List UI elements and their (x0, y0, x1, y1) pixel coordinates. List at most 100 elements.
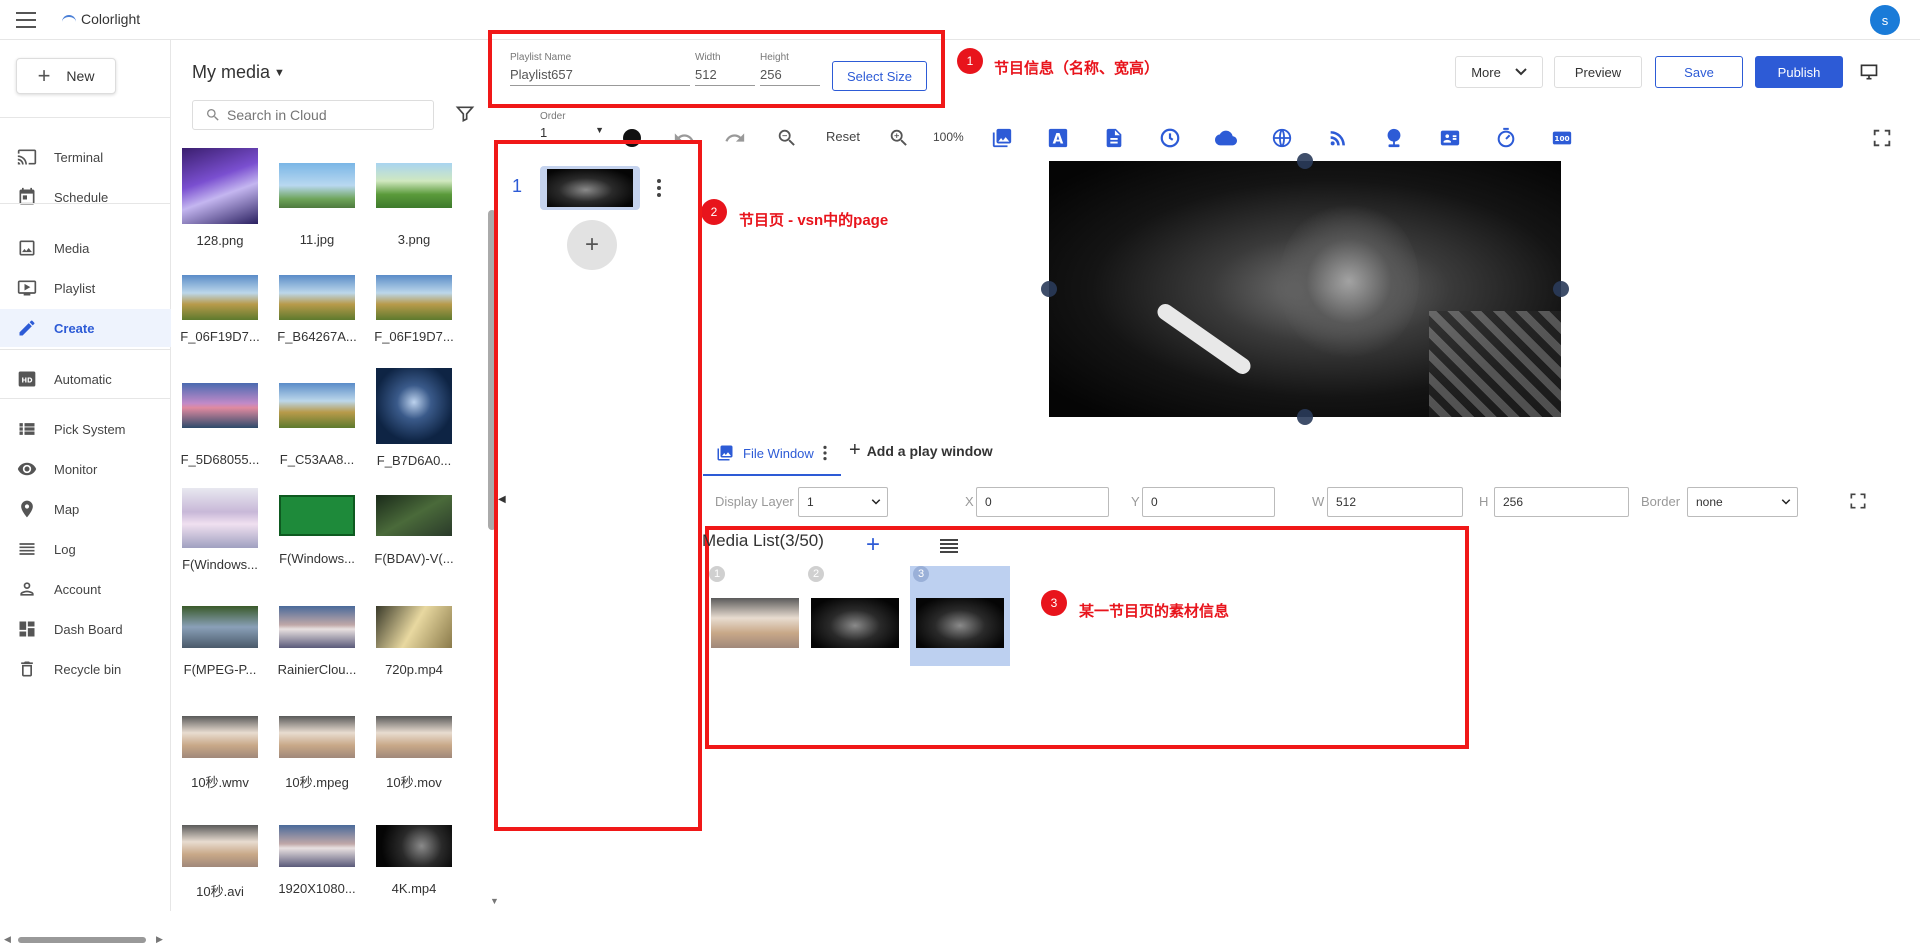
media-item[interactable]: F_C53AA8... (269, 368, 365, 467)
card-icon[interactable] (1438, 126, 1462, 150)
media-item[interactable]: F_5D68055... (172, 368, 268, 467)
globe-icon[interactable] (1270, 126, 1294, 150)
new-button[interactable]: + New (16, 58, 116, 94)
playlist-name-input[interactable]: Playlist657 (510, 67, 690, 86)
order-select[interactable]: Order 1 ▼ (540, 111, 604, 143)
sidebar-item-schedule[interactable]: Schedule (0, 178, 171, 216)
sidebar-item-media[interactable]: Media (0, 229, 171, 267)
scroll-left-icon[interactable]: ◀ (4, 934, 11, 945)
add-page-button[interactable]: + (567, 220, 617, 270)
tab-file-window[interactable]: File Window (703, 432, 841, 476)
sidebar-item-monitor[interactable]: Monitor (0, 450, 171, 488)
sidebar-item-terminal[interactable]: Terminal (0, 138, 171, 176)
media-item[interactable]: 720p.mp4 (366, 606, 462, 677)
zoom-in-icon[interactable] (887, 126, 911, 150)
avatar[interactable]: s (1870, 5, 1900, 35)
y-input[interactable]: 0 (1142, 487, 1275, 517)
menu-icon[interactable] (16, 12, 36, 28)
border-value: none (1696, 495, 1723, 509)
counter-icon[interactable]: 100 (1550, 126, 1574, 150)
width-input[interactable]: 512 (695, 67, 755, 86)
save-button[interactable]: Save (1655, 56, 1743, 88)
add-media-button[interactable]: + (866, 533, 880, 557)
media-source-dropdown[interactable]: My media ▼ (192, 62, 285, 83)
sidebar-item-automatic[interactable]: HD Automatic (0, 360, 171, 398)
more-dropdown[interactable]: More (1455, 56, 1543, 88)
scroll-right-icon[interactable]: ▶ (156, 934, 163, 945)
media-item[interactable]: F_B7D6A0... (366, 368, 462, 468)
clock-icon[interactable] (1158, 126, 1182, 150)
search-box[interactable] (192, 100, 434, 130)
height-input[interactable]: 256 (760, 67, 820, 86)
media-item[interactable]: 4K.mp4 (366, 825, 462, 896)
scrollbar-thumb[interactable] (18, 937, 146, 943)
image-window-icon[interactable] (990, 126, 1014, 150)
fullscreen-icon[interactable] (1870, 126, 1894, 150)
resize-handle-right[interactable] (1553, 281, 1569, 297)
preview-canvas[interactable] (1049, 161, 1561, 417)
media-item[interactable]: RainierClou... (269, 606, 365, 677)
x-input[interactable]: 0 (976, 487, 1109, 517)
h-input[interactable]: 256 (1494, 487, 1629, 517)
sidebar-item-create[interactable]: Create (0, 309, 171, 347)
media-list-item[interactable]: 1 (705, 566, 805, 666)
media-item[interactable]: 10秒.mpeg (269, 716, 365, 791)
media-item[interactable]: F_B64267A... (269, 275, 365, 344)
media-item[interactable]: F(Windows... (269, 495, 365, 566)
preview-button[interactable]: Preview (1554, 56, 1642, 88)
page-item[interactable] (540, 166, 640, 210)
scroll-down-icon[interactable]: ▼ (490, 896, 499, 906)
list-menu-icon[interactable] (940, 539, 958, 555)
media-item[interactable]: 128.png (172, 148, 268, 248)
media-item[interactable]: F_06F19D7... (172, 275, 268, 344)
sidebar-item-recycle-bin[interactable]: Recycle bin (0, 650, 171, 688)
fit-window-icon[interactable] (1848, 491, 1868, 511)
media-item[interactable]: F(Windows... (172, 488, 268, 572)
sidebar-item-playlist[interactable]: Playlist (0, 269, 171, 307)
timer-icon[interactable] (1494, 126, 1518, 150)
webcam-icon[interactable] (1382, 126, 1406, 150)
media-item[interactable]: 10秒.mov (366, 716, 462, 791)
border-select[interactable]: none (1687, 487, 1798, 517)
app-logo[interactable]: Colorlight (62, 11, 140, 27)
media-list-item-selected[interactable]: 3 (910, 566, 1010, 666)
media-item[interactable]: 10秒.wmv (172, 716, 268, 791)
zoom-out-icon[interactable] (775, 126, 799, 150)
monitor-icon[interactable] (1858, 62, 1880, 82)
display-layer-select[interactable]: 1 (798, 487, 888, 517)
playlist-name-field[interactable]: Playlist Name Playlist657 (510, 52, 690, 86)
sidebar-item-pick-system[interactable]: Pick System (0, 410, 171, 448)
media-item[interactable]: 10秒.avi (172, 825, 268, 900)
height-field[interactable]: Height 256 (760, 52, 820, 86)
cloud-icon[interactable] (1214, 126, 1238, 150)
media-item[interactable]: 3.png (366, 148, 462, 247)
resize-handle-left[interactable] (1041, 281, 1057, 297)
search-input[interactable] (227, 107, 417, 123)
sidebar-item-map[interactable]: Map (0, 490, 171, 528)
more-vert-icon[interactable] (822, 445, 828, 461)
width-field[interactable]: Width 512 (695, 52, 755, 86)
text-window-icon[interactable]: A (1046, 126, 1070, 150)
select-size-button[interactable]: Select Size (832, 61, 927, 91)
publish-button[interactable]: Publish (1755, 56, 1843, 88)
resize-handle-top[interactable] (1297, 153, 1313, 169)
sidebar-item-account[interactable]: Account (0, 570, 171, 608)
media-item[interactable]: F(BDAV)-V(... (366, 495, 462, 566)
more-vert-icon[interactable] (656, 178, 662, 198)
media-item[interactable]: F_06F19D7... (366, 275, 462, 344)
horizontal-scrollbar[interactable]: ◀ ▶ (4, 934, 164, 944)
reset-button[interactable]: Reset (826, 129, 860, 144)
sidebar-item-log[interactable]: Log (0, 530, 171, 568)
media-list-item[interactable]: 2 (805, 566, 905, 666)
add-play-window-button[interactable]: + Add a play window (849, 439, 993, 462)
document-icon[interactable] (1102, 126, 1126, 150)
filter-icon[interactable] (455, 104, 475, 124)
redo-icon[interactable] (723, 126, 747, 150)
media-item[interactable]: 1920X1080... (269, 825, 365, 896)
w-input[interactable]: 512 (1327, 487, 1463, 517)
media-item[interactable]: F(MPEG-P... (172, 606, 268, 677)
media-item[interactable]: 11.jpg (269, 148, 365, 247)
resize-handle-bottom[interactable] (1297, 409, 1313, 425)
sidebar-item-dashboard[interactable]: Dash Board (0, 610, 171, 648)
rss-icon[interactable] (1326, 126, 1350, 150)
